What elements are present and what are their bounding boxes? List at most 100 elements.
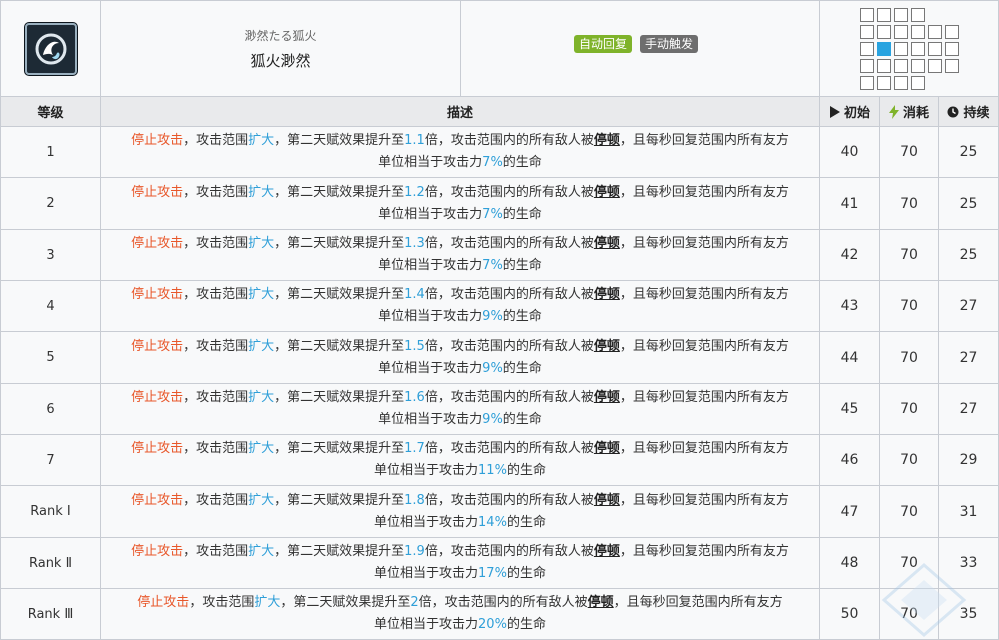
heal-percent-value: 9%	[482, 360, 503, 376]
stun-keyword-link[interactable]: 停顿	[594, 544, 620, 559]
stun-keyword-link[interactable]: 停顿	[594, 390, 620, 405]
description-cell: 停止攻击，攻击范围扩大，第二天赋效果提升至1.5倍，攻击范围内的所有敌人被停顿，…	[101, 332, 820, 384]
stun-keyword-link[interactable]: 停顿	[594, 133, 620, 148]
sp-cost-cell: 70	[880, 384, 939, 435]
desc-text: 倍，攻击范围内的所有敌人被	[424, 287, 594, 302]
desc-text: ，攻击范围	[183, 544, 249, 559]
stun-keyword-link[interactable]: 停顿	[594, 236, 620, 251]
range-cell	[910, 58, 925, 73]
stun-keyword-link[interactable]: 停顿	[594, 339, 620, 354]
range-cell	[859, 58, 874, 73]
heal-percent-value: 11%	[478, 463, 507, 478]
range-cell	[859, 7, 874, 22]
sp-cost-cell: 70	[880, 230, 939, 281]
heal-percent-value: 14%	[478, 514, 507, 530]
skill-icon-cell	[0, 0, 101, 97]
level-cell: 1	[0, 127, 101, 178]
level-cell: 4	[0, 281, 101, 332]
description-text: 停止攻击，攻击范围扩大，第二天赋效果提升至1.2倍，攻击范围内的所有敌人被停顿，…	[125, 182, 795, 226]
desc-text: 的生命	[502, 360, 542, 376]
description-text: 停止攻击，攻击范围扩大，第二天赋效果提升至1.4倍，攻击范围内的所有敌人被停顿，…	[125, 284, 795, 328]
desc-text: 的生命	[502, 258, 542, 273]
range-cell	[876, 7, 891, 22]
header-initial-label: 初始	[843, 106, 870, 121]
desc-text: 单位相当于攻击力	[378, 155, 483, 170]
stun-keyword-link[interactable]: 停顿	[594, 493, 620, 508]
duration-cell: 25	[939, 127, 999, 178]
range-cell	[893, 7, 908, 22]
desc-text: 单位相当于攻击力	[374, 617, 479, 632]
desc-text: ，且每秒回复范围内所有友方	[613, 595, 783, 610]
sp-cost-cell: 70	[880, 281, 939, 332]
desc-text: ，第二天赋效果提升至	[274, 287, 405, 302]
expand-keyword: 扩大	[248, 338, 275, 354]
skill-fox-fire-icon	[24, 22, 77, 75]
multiplier-value: 1.3	[404, 236, 425, 251]
range-cell	[859, 41, 874, 56]
level-cell: Rank Ⅰ	[0, 486, 101, 538]
stop-attack-keyword: 停止攻击	[131, 287, 184, 302]
range-cell	[893, 75, 908, 90]
stun-keyword-link[interactable]: 停顿	[594, 185, 620, 200]
desc-text: 单位相当于攻击力	[378, 309, 483, 324]
desc-text: 倍，攻击范围内的所有敌人被	[424, 133, 594, 148]
skill-info-row: 渺然たる狐火 狐火渺然 自动回复 手动触发	[0, 0, 999, 97]
clock-icon	[947, 106, 959, 118]
range-cell	[910, 41, 925, 56]
initial-sp-cell: 40	[820, 127, 880, 178]
desc-text: ，第二天赋效果提升至	[274, 390, 405, 405]
sp-cost-cell: 70	[880, 538, 939, 589]
desc-text: ，攻击范围	[183, 184, 249, 200]
range-cell-empty	[928, 8, 942, 22]
description-cell: 停止攻击，攻击范围扩大，第二天赋效果提升至1.2倍，攻击范围内的所有敌人被停顿，…	[101, 178, 820, 230]
desc-text: 单位相当于攻击力	[378, 412, 483, 427]
heal-percent-value: 7%	[482, 206, 503, 222]
desc-text: ，攻击范围	[183, 133, 249, 148]
duration-cell: 25	[939, 230, 999, 281]
desc-text: ，第二天赋效果提升至	[274, 492, 405, 508]
heal-percent-value: 9%	[482, 412, 503, 427]
skill-tags-cell: 自动回复 手动触发	[461, 0, 820, 97]
multiplier-value: 1.4	[404, 287, 425, 302]
expand-keyword: 扩大	[248, 184, 275, 200]
range-cell-empty	[945, 76, 959, 90]
stop-attack-keyword: 停止攻击	[131, 133, 184, 148]
desc-text: ，第二天赋效果提升至	[274, 133, 405, 148]
desc-text: ，且每秒回复范围内所有友方	[619, 492, 789, 508]
range-cell	[944, 58, 959, 73]
description-text: 停止攻击，攻击范围扩大，第二天赋效果提升至1.8倍，攻击范围内的所有敌人被停顿，…	[125, 490, 795, 534]
stun-keyword-link[interactable]: 停顿	[588, 595, 614, 610]
range-cell	[893, 24, 908, 39]
level-cell: 3	[0, 230, 101, 281]
lightning-icon	[888, 104, 899, 119]
range-cell	[944, 24, 959, 39]
sp-cost-cell: 70	[880, 435, 939, 486]
range-cell-empty	[945, 8, 959, 22]
stun-keyword-link[interactable]: 停顿	[594, 441, 620, 456]
expand-keyword: 扩大	[248, 441, 275, 456]
description-cell: 停止攻击，攻击范围扩大，第二天赋效果提升至1.4倍，攻击范围内的所有敌人被停顿，…	[101, 281, 820, 332]
range-cell	[927, 41, 942, 56]
duration-cell: 35	[939, 589, 999, 640]
description-text: 停止攻击，攻击范围扩大，第二天赋效果提升至1.5倍，攻击范围内的所有敌人被停顿，…	[125, 336, 795, 380]
stop-attack-keyword: 停止攻击	[131, 492, 184, 508]
desc-text: ，攻击范围	[189, 595, 255, 610]
heal-percent-value: 20%	[478, 617, 507, 632]
header-cost-label: 消耗	[902, 106, 929, 121]
range-cell	[876, 24, 891, 39]
table-row: 1 停止攻击，攻击范围扩大，第二天赋效果提升至1.1倍，攻击范围内的所有敌人被停顿…	[0, 127, 999, 178]
stop-attack-keyword: 停止攻击	[131, 236, 184, 251]
stun-keyword-link[interactable]: 停顿	[594, 287, 620, 302]
range-cell	[927, 58, 942, 73]
header-cost: 消耗	[880, 97, 939, 127]
desc-text: 的生命	[502, 309, 542, 324]
stop-attack-keyword: 停止攻击	[131, 544, 184, 559]
initial-sp-cell: 42	[820, 230, 880, 281]
desc-text: 倍，攻击范围内的所有敌人被	[424, 184, 594, 200]
expand-keyword: 扩大	[248, 492, 275, 508]
desc-text: ，第二天赋效果提升至	[274, 441, 405, 456]
duration-cell: 27	[939, 384, 999, 435]
desc-text: 单位相当于攻击力	[374, 514, 479, 530]
level-cell: 7	[0, 435, 101, 486]
stop-attack-keyword: 停止攻击	[131, 338, 184, 354]
